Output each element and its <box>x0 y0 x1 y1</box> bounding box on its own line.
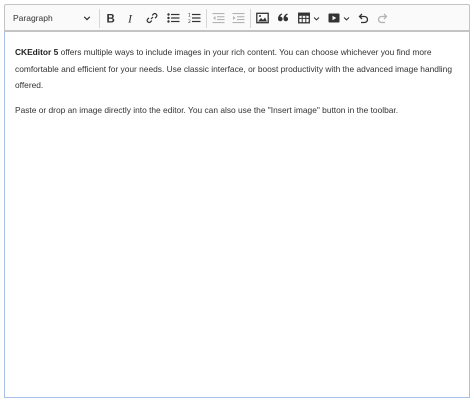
editor-content-area[interactable]: CKEditor 5 offers multiple ways to inclu… <box>4 31 470 398</box>
indent-icon <box>232 12 245 24</box>
content-paragraph-1: CKEditor 5 offers multiple ways to inclu… <box>15 44 459 94</box>
media-icon <box>328 12 340 24</box>
numbered-list-button[interactable]: 1 2 <box>185 9 203 27</box>
heading-dropdown-value: Paragraph <box>13 13 53 23</box>
chevron-down-icon <box>83 14 91 22</box>
content-bold-text: CKEditor 5 <box>15 47 59 57</box>
italic-button[interactable]: I <box>122 9 140 27</box>
image-icon <box>255 12 269 24</box>
bulleted-list-button[interactable] <box>164 9 182 27</box>
blockquote-icon <box>277 12 289 24</box>
svg-text:I: I <box>127 12 133 24</box>
insert-table-button[interactable] <box>295 9 322 27</box>
undo-icon <box>357 12 369 24</box>
link-icon <box>146 12 158 24</box>
link-button[interactable] <box>143 9 161 27</box>
svg-text:1: 1 <box>188 13 191 19</box>
svg-text:B: B <box>107 14 115 25</box>
bold-button[interactable]: B <box>102 9 120 27</box>
undo-button[interactable] <box>354 9 372 27</box>
outdent-icon <box>212 12 225 24</box>
bold-icon: B <box>105 12 117 25</box>
table-icon <box>297 12 310 24</box>
toolbar-separator <box>250 9 251 28</box>
heading-dropdown[interactable]: Paragraph <box>10 9 94 27</box>
outdent-button[interactable] <box>209 9 227 27</box>
redo-button[interactable] <box>374 9 392 27</box>
toolbar-separator <box>206 9 207 28</box>
chevron-down-icon <box>343 15 350 22</box>
numbered-list-icon: 1 2 <box>188 12 201 24</box>
svg-text:2: 2 <box>188 19 191 24</box>
italic-icon: I <box>125 12 137 24</box>
insert-image-button[interactable] <box>253 9 271 27</box>
toolbar-separator <box>99 9 100 28</box>
rich-text-editor: Paragraph B I 1 2 CKEditor 5 offers mult… <box>4 4 470 398</box>
insert-media-button[interactable] <box>325 9 352 27</box>
chevron-down-icon <box>313 15 320 22</box>
content-paragraph-2: Paste or drop an image directly into the… <box>15 104 399 115</box>
bulleted-list-icon <box>166 12 180 24</box>
blockquote-button[interactable] <box>274 9 292 27</box>
indent-button[interactable] <box>229 9 247 27</box>
redo-icon <box>377 12 389 24</box>
content-paragraph-1-text: offers multiple ways to include images i… <box>15 47 452 90</box>
editor-toolbar: Paragraph B I 1 2 <box>4 4 470 31</box>
